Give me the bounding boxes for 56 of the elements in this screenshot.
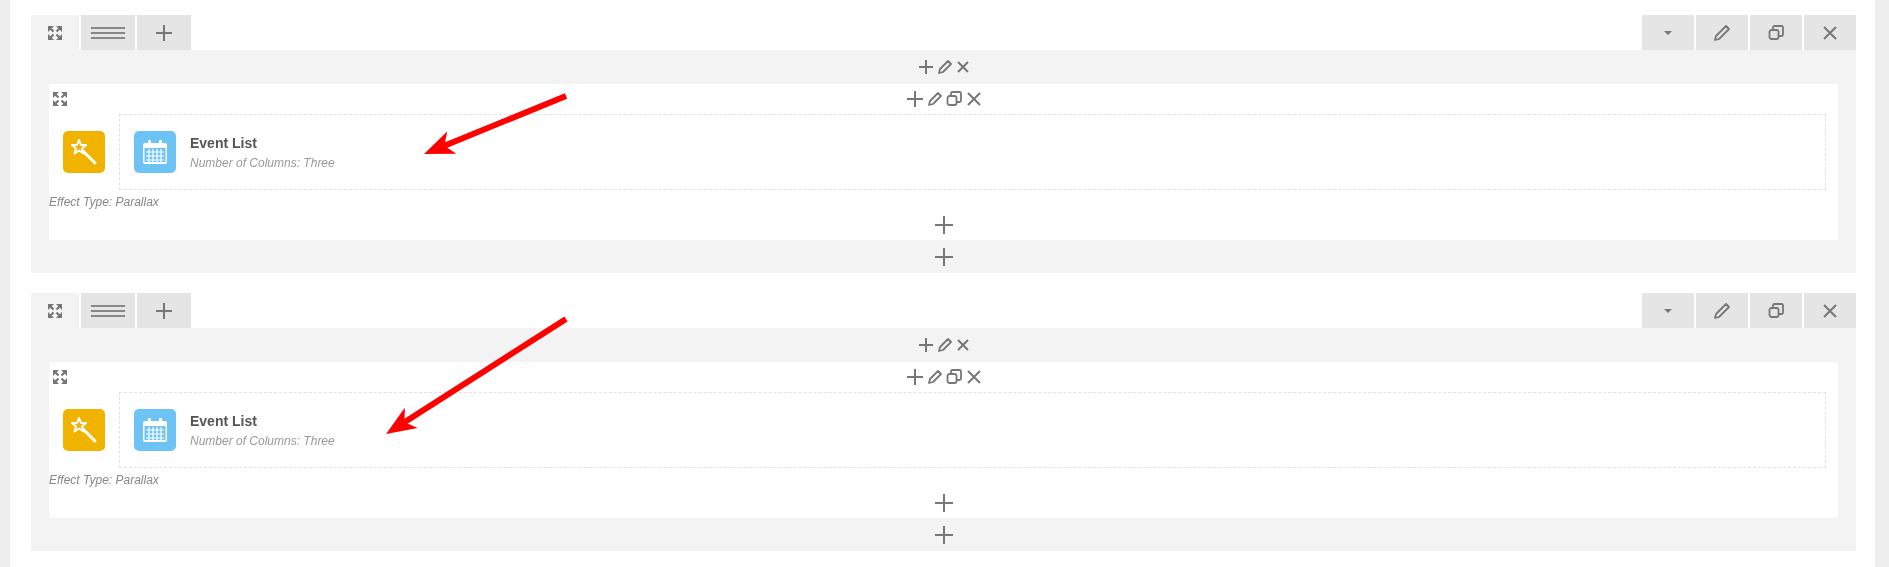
plus-icon[interactable] bbox=[905, 90, 924, 108]
copy-icon[interactable] bbox=[1768, 24, 1784, 41]
copy-icon[interactable] bbox=[945, 91, 962, 107]
pencil-icon[interactable] bbox=[937, 60, 952, 74]
close-icon[interactable] bbox=[965, 369, 982, 385]
plus-icon[interactable] bbox=[933, 493, 954, 513]
element-subtitle: Number of Columns: Three bbox=[190, 432, 335, 450]
lines-icon[interactable] bbox=[91, 303, 125, 318]
plus-icon[interactable] bbox=[917, 59, 934, 75]
close-icon[interactable] bbox=[965, 91, 982, 107]
pencil-icon[interactable] bbox=[1714, 302, 1730, 319]
add-tab[interactable] bbox=[137, 15, 191, 50]
close-icon[interactable] bbox=[1822, 24, 1838, 41]
element-title: Event List bbox=[190, 133, 258, 153]
caret-icon[interactable] bbox=[1663, 307, 1673, 314]
lines-icon[interactable] bbox=[91, 25, 125, 40]
drag-tab[interactable] bbox=[81, 293, 135, 328]
copy-icon[interactable] bbox=[1768, 302, 1784, 319]
magic-wand-icon[interactable] bbox=[63, 409, 105, 451]
plus-icon[interactable] bbox=[917, 337, 934, 353]
edit-button[interactable] bbox=[1696, 15, 1748, 50]
plus-icon[interactable] bbox=[905, 368, 924, 386]
plus-icon[interactable] bbox=[933, 246, 954, 267]
move-icon[interactable] bbox=[52, 91, 68, 107]
duplicate-button[interactable] bbox=[1750, 293, 1802, 328]
pencil-icon[interactable] bbox=[1714, 24, 1730, 41]
move-tab[interactable] bbox=[31, 293, 79, 328]
add-tab[interactable] bbox=[137, 293, 191, 328]
magic-wand-icon[interactable] bbox=[63, 131, 105, 173]
caret-icon[interactable] bbox=[1663, 29, 1673, 36]
move-icon[interactable] bbox=[47, 24, 63, 41]
move-tab[interactable] bbox=[31, 15, 79, 50]
plus-icon[interactable] bbox=[933, 215, 954, 235]
move-icon[interactable] bbox=[47, 302, 63, 319]
drag-tab[interactable] bbox=[81, 15, 135, 50]
calendar-icon bbox=[134, 409, 176, 451]
edit-button[interactable] bbox=[1696, 293, 1748, 328]
pencil-icon[interactable] bbox=[937, 338, 952, 352]
plus-icon[interactable] bbox=[155, 301, 173, 320]
plus-icon[interactable] bbox=[933, 524, 954, 545]
pencil-icon[interactable] bbox=[927, 92, 942, 106]
duplicate-button[interactable] bbox=[1750, 15, 1802, 50]
element-subtitle: Number of Columns: Three bbox=[190, 154, 335, 172]
close-button[interactable] bbox=[1804, 293, 1856, 328]
plus-icon[interactable] bbox=[155, 23, 173, 42]
element-title: Event List bbox=[190, 411, 258, 431]
effect-type-label: Effect Type: Parallax bbox=[49, 473, 159, 487]
effect-type-label: Effect Type: Parallax bbox=[49, 195, 159, 209]
move-icon[interactable] bbox=[52, 369, 68, 385]
close-icon[interactable] bbox=[955, 338, 970, 352]
close-icon[interactable] bbox=[1822, 302, 1838, 319]
copy-icon[interactable] bbox=[945, 369, 962, 385]
close-icon[interactable] bbox=[955, 60, 970, 74]
pencil-icon[interactable] bbox=[927, 370, 942, 384]
close-button[interactable] bbox=[1804, 15, 1856, 50]
calendar-icon bbox=[134, 131, 176, 173]
